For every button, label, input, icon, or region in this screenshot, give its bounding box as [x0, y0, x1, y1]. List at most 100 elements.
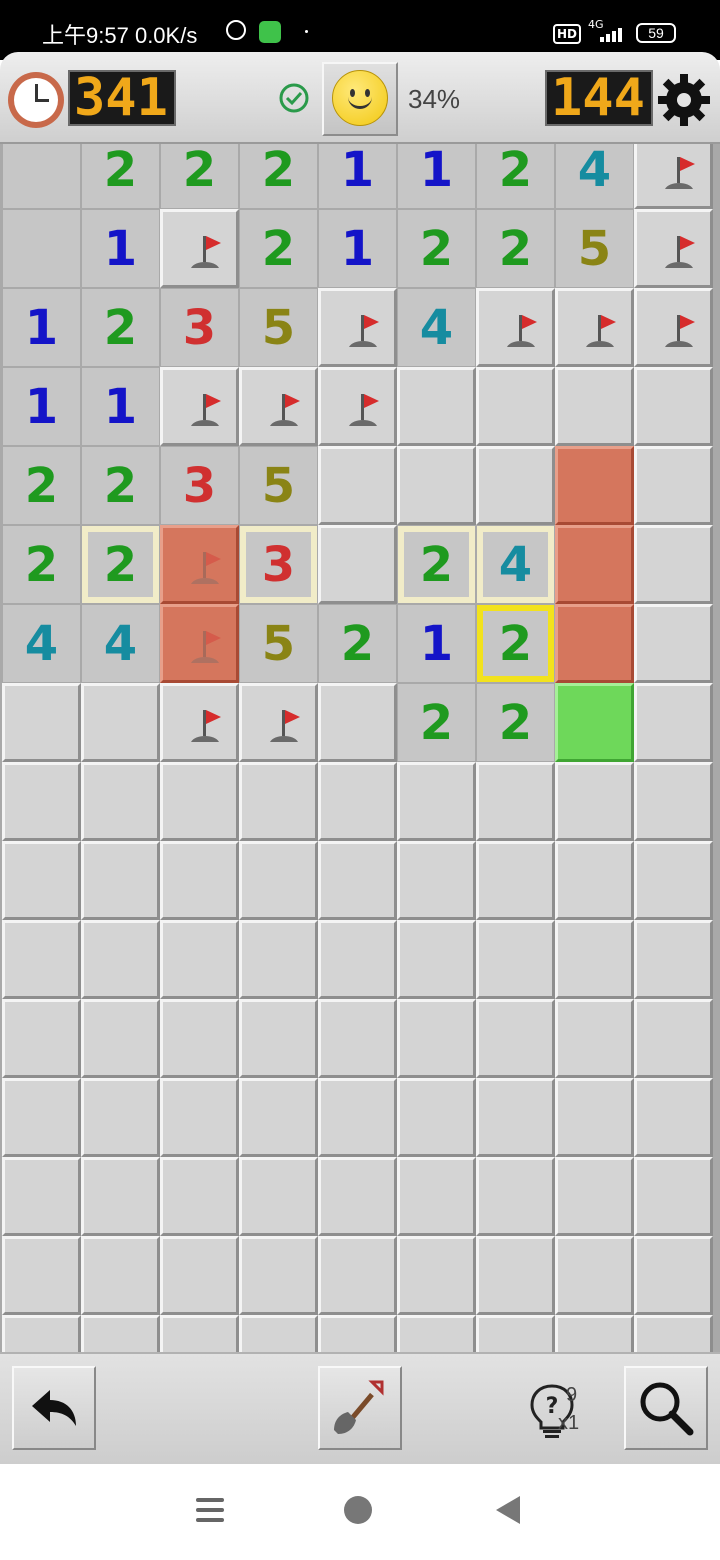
cell-flagged[interactable]	[239, 683, 318, 762]
cell-hidden[interactable]	[318, 999, 397, 1078]
cell-number[interactable]: 1	[81, 367, 160, 446]
cell-hidden[interactable]	[476, 841, 555, 920]
cell-highlight-red[interactable]	[555, 604, 634, 683]
cell-hidden[interactable]	[160, 999, 239, 1078]
cell-hidden[interactable]	[318, 1157, 397, 1236]
cell-hidden[interactable]	[555, 762, 634, 841]
cell-flagged[interactable]	[160, 209, 239, 288]
cell-hidden[interactable]	[634, 525, 713, 604]
cell-hidden[interactable]	[239, 1157, 318, 1236]
cell-hidden[interactable]	[476, 762, 555, 841]
cell-hidden[interactable]	[160, 1315, 239, 1352]
cell-hidden[interactable]	[239, 762, 318, 841]
dig-mode-button[interactable]	[318, 1366, 402, 1450]
cell-hidden[interactable]	[634, 604, 713, 683]
cell-hidden[interactable]	[160, 841, 239, 920]
cell-hidden[interactable]	[160, 762, 239, 841]
cell-flagged-highlight[interactable]	[160, 604, 239, 683]
cell-hidden[interactable]	[555, 920, 634, 999]
cell-hidden[interactable]	[397, 446, 476, 525]
cell-highlight-red[interactable]	[555, 446, 634, 525]
cell-hidden[interactable]	[160, 1236, 239, 1315]
cell-hidden[interactable]	[555, 1315, 634, 1352]
cell-hidden[interactable]	[318, 1236, 397, 1315]
cell-hidden[interactable]	[555, 999, 634, 1078]
cell-number[interactable]: 1	[2, 367, 81, 446]
cell-flagged[interactable]	[634, 209, 713, 288]
cell-number[interactable]: 4	[2, 604, 81, 683]
cell-number[interactable]: 2	[81, 288, 160, 367]
cell-flagged[interactable]	[160, 683, 239, 762]
cell-number[interactable]: 2	[2, 525, 81, 604]
cell-hidden[interactable]	[2, 1078, 81, 1157]
cell-number[interactable]: 4	[397, 288, 476, 367]
cell-number[interactable]: 2	[160, 144, 239, 209]
cell-hidden[interactable]	[397, 920, 476, 999]
cell-hidden[interactable]	[81, 1236, 160, 1315]
cell-empty[interactable]	[2, 209, 81, 288]
back-icon[interactable]	[494, 1494, 522, 1526]
cell-hidden[interactable]	[397, 841, 476, 920]
cell-hidden[interactable]	[634, 1157, 713, 1236]
cell-hidden[interactable]	[634, 999, 713, 1078]
cell-number[interactable]: 2	[476, 604, 555, 683]
cell-hidden[interactable]	[397, 1236, 476, 1315]
cell-hidden[interactable]	[160, 920, 239, 999]
cell-hidden[interactable]	[397, 1157, 476, 1236]
cell-hidden[interactable]	[634, 841, 713, 920]
cell-hidden[interactable]	[2, 762, 81, 841]
cell-hidden[interactable]	[239, 1315, 318, 1352]
cell-number[interactable]: 1	[397, 604, 476, 683]
cell-hidden[interactable]	[81, 683, 160, 762]
cell-hidden[interactable]	[2, 683, 81, 762]
cell-hidden[interactable]	[318, 841, 397, 920]
cell-flagged[interactable]	[318, 288, 397, 367]
cell-number[interactable]: 4	[476, 525, 555, 604]
cell-hidden[interactable]	[2, 1315, 81, 1352]
cell-number[interactable]: 4	[81, 604, 160, 683]
cell-hidden[interactable]	[476, 367, 555, 446]
cell-number[interactable]: 2	[476, 144, 555, 209]
cell-number[interactable]: 2	[476, 683, 555, 762]
cell-hidden[interactable]	[476, 446, 555, 525]
cell-number[interactable]: 2	[476, 209, 555, 288]
cell-number[interactable]: 5	[239, 288, 318, 367]
cell-hidden[interactable]	[318, 1315, 397, 1352]
cell-hidden[interactable]	[81, 1078, 160, 1157]
undo-button[interactable]	[12, 1366, 96, 1450]
cell-flagged[interactable]	[239, 367, 318, 446]
cell-hidden[interactable]	[555, 841, 634, 920]
cell-number[interactable]: 2	[81, 525, 160, 604]
cell-hidden[interactable]	[81, 999, 160, 1078]
cell-hidden[interactable]	[239, 999, 318, 1078]
cell-hidden[interactable]	[318, 525, 397, 604]
cell-number[interactable]: 2	[397, 683, 476, 762]
zoom-button[interactable]	[624, 1366, 708, 1450]
cell-hidden[interactable]	[160, 1078, 239, 1157]
cell-hidden[interactable]	[634, 1315, 713, 1352]
cell-number[interactable]: 2	[81, 446, 160, 525]
cell-hidden[interactable]	[318, 920, 397, 999]
cell-hidden[interactable]	[476, 999, 555, 1078]
cell-flagged[interactable]	[634, 144, 713, 209]
cell-number[interactable]: 1	[2, 288, 81, 367]
cell-hidden[interactable]	[2, 1157, 81, 1236]
cell-hidden[interactable]	[634, 367, 713, 446]
cell-number[interactable]: 2	[318, 604, 397, 683]
new-game-smiley-button[interactable]	[322, 62, 398, 136]
cell-number[interactable]: 4	[555, 144, 634, 209]
cell-number[interactable]: 5	[555, 209, 634, 288]
cell-hidden[interactable]	[476, 920, 555, 999]
cell-number[interactable]: 1	[81, 209, 160, 288]
cell-hidden[interactable]	[476, 1078, 555, 1157]
cell-hidden[interactable]	[160, 1157, 239, 1236]
cell-hidden[interactable]	[476, 1157, 555, 1236]
cell-hidden[interactable]	[81, 1157, 160, 1236]
cell-number[interactable]: 3	[160, 288, 239, 367]
cell-highlight-red[interactable]	[555, 525, 634, 604]
cell-flagged-highlight[interactable]	[160, 525, 239, 604]
cell-hidden[interactable]	[81, 920, 160, 999]
cell-hidden[interactable]	[555, 1157, 634, 1236]
cell-highlight-green[interactable]	[555, 683, 634, 762]
menu-icon[interactable]	[194, 1494, 226, 1526]
